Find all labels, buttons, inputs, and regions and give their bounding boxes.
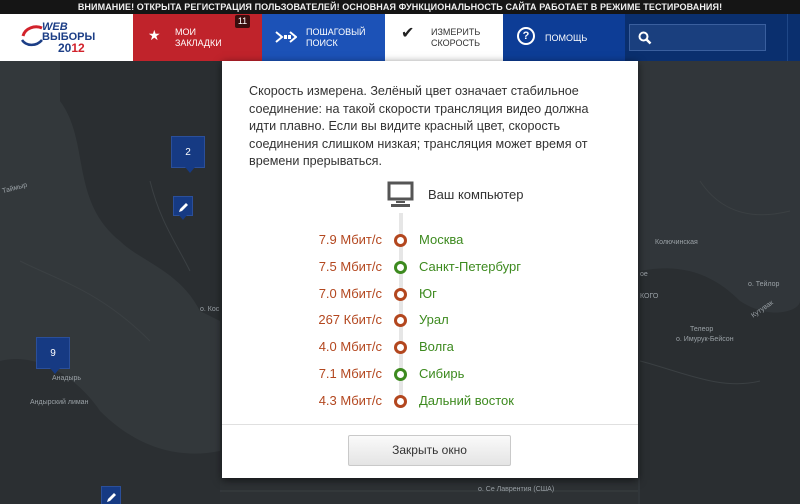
- map-label: о. Кос: [200, 306, 220, 313]
- map-label: Анадырь: [52, 375, 82, 382]
- dialog-divider: [222, 424, 638, 425]
- map-marker-cluster[interactable]: 2: [171, 136, 205, 173]
- tab-step-search[interactable]: ПОШАГОВЫЙ ПОИСК: [262, 14, 385, 61]
- site-logo[interactable]: WEB ВЫБОРЫ 2012: [0, 14, 133, 61]
- main-nav: WEB ВЫБОРЫ 2012 ★ МОИ ЗАКЛАДКИ 11 ПОШАГОВ…: [0, 14, 800, 61]
- status-dot-icon: [394, 287, 407, 301]
- server-row: 7.1 Мбит/с Сибирь: [222, 364, 638, 384]
- status-dot-icon: [394, 394, 407, 408]
- pencil-icon: [107, 493, 116, 502]
- status-dot-icon: [394, 314, 407, 328]
- server-row: 7.9 Мбит/с Москва: [222, 230, 638, 250]
- speed-test-dialog: Скорость измерена. Зелёный цвет означает…: [222, 61, 638, 478]
- server-row: 4.3 Мбит/с Дальний восток: [222, 391, 638, 411]
- server-speed: 7.1 Мбит/с: [318, 366, 382, 381]
- map-label: о. Се Лаврентия (США): [478, 486, 555, 493]
- server-city: Юг: [419, 285, 437, 301]
- server-city: Санкт-Петербург: [419, 258, 521, 274]
- tab-speed-line2: СКОРОСТЬ: [431, 38, 481, 48]
- pencil-icon: [179, 203, 188, 212]
- map-label: о. Имурук-Бейсон: [676, 336, 734, 343]
- map-marker-cluster[interactable]: 9: [36, 337, 70, 374]
- speed-test-description: Скорость измерена. Зелёный цвет означает…: [249, 84, 589, 168]
- server-speed: 7.5 Мбит/с: [318, 258, 382, 274]
- search-input[interactable]: [629, 24, 766, 51]
- map-pin[interactable]: [173, 196, 193, 220]
- bookmarks-count-badge: 11: [235, 15, 250, 28]
- status-dot-icon: [394, 260, 407, 274]
- server-speed: 7.9 Мбит/с: [318, 232, 382, 247]
- tab-bookmarks-line1: МОИ: [175, 27, 196, 37]
- server-row: 267 Кбит/с Урал: [222, 310, 638, 330]
- status-dot-icon: [394, 341, 407, 355]
- server-row: 7.0 Мбит/с Юг: [222, 284, 638, 304]
- server-city: Волга: [419, 339, 454, 355]
- status-dot-icon: [394, 368, 407, 381]
- question-icon: ?: [517, 27, 535, 45]
- user-profile-button[interactable]: [787, 14, 800, 61]
- map-label: КОГО: [640, 293, 659, 300]
- server-row: 7.5 Мбит/с Санкт-Петербург: [222, 257, 638, 277]
- tab-bookmarks[interactable]: ★ МОИ ЗАКЛАДКИ 11: [133, 14, 262, 61]
- server-city: Урал: [419, 312, 449, 328]
- server-speed: 4.3 Мбит/с: [318, 392, 382, 408]
- step-arrow-icon: [275, 31, 297, 43]
- warning-banner: ВНИМАНИЕ! ОТКРЫТА РЕГИСТРАЦИЯ ПОЛЬЗОВАТЕ…: [0, 0, 800, 14]
- map-label: Телеор: [690, 326, 714, 333]
- map-label: Колючинская: [655, 239, 698, 246]
- computer-icon: [387, 181, 414, 207]
- tab-speed-line1: ИЗМЕРИТЬ: [431, 27, 481, 37]
- server-city: Москва: [419, 232, 464, 247]
- nav-search: [625, 14, 787, 61]
- map-label: ое: [640, 271, 648, 278]
- close-window-button[interactable]: Закрыть окно: [348, 435, 511, 466]
- map-label: о. Тейлор: [748, 281, 780, 288]
- map-pin[interactable]: [101, 486, 121, 504]
- server-row: 4.0 Мбит/с Волга: [222, 337, 638, 357]
- map-label: Андырский лиман: [30, 399, 89, 406]
- search-icon: [638, 31, 652, 45]
- tab-measure-speed[interactable]: ✔ ИЗМЕРИТЬ СКОРОСТЬ: [385, 14, 503, 61]
- status-dot-icon: [394, 234, 407, 247]
- star-icon: ★: [148, 27, 161, 43]
- server-speed: 7.0 Мбит/с: [318, 285, 382, 301]
- tab-help-label: ПОМОЩЬ: [545, 33, 588, 43]
- server-speed: 267 Кбит/с: [318, 312, 382, 328]
- tab-search-line2: ПОИСК: [306, 38, 338, 48]
- checkmark-icon: ✔: [401, 25, 415, 42]
- tab-bookmarks-line2: ЗАКЛАДКИ: [175, 38, 222, 48]
- computer-label: Ваш компьютер: [428, 187, 524, 202]
- tab-help[interactable]: ? ПОМОЩЬ: [503, 14, 625, 61]
- server-city: Сибирь: [419, 366, 465, 381]
- server-city: Дальний восток: [419, 392, 514, 408]
- server-speed: 4.0 Мбит/с: [318, 339, 382, 355]
- tab-search-line1: ПОШАГОВЫЙ: [306, 27, 366, 37]
- logo-text-year: 2012: [58, 41, 85, 55]
